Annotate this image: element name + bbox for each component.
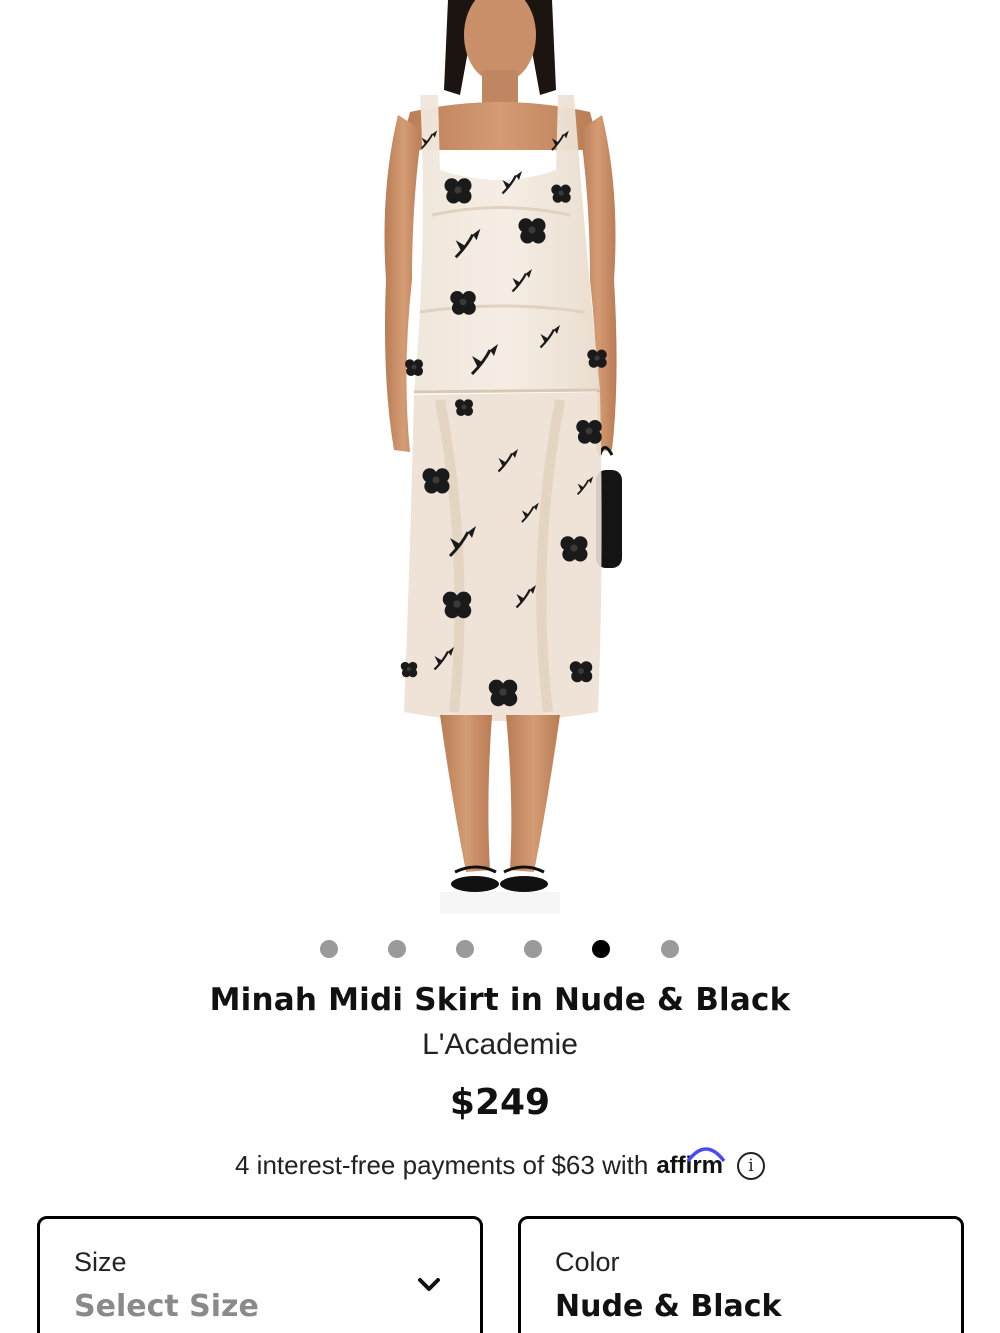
carousel-dot-3[interactable] bbox=[456, 940, 474, 958]
affirm-arc-icon bbox=[686, 1146, 726, 1162]
size-select[interactable]: Size Select Size bbox=[37, 1216, 483, 1333]
affirm-logo: affirm bbox=[656, 1146, 727, 1180]
color-select[interactable]: Color Nude & Black bbox=[518, 1216, 964, 1333]
product-title: Minah Midi Skirt in Nude & Black bbox=[209, 982, 791, 1018]
image-carousel-indicator bbox=[0, 940, 1000, 960]
financing-message: 4 interest-free payments of $63 with aff… bbox=[0, 1146, 1000, 1181]
color-label: Color bbox=[555, 1247, 620, 1277]
product-price: $249 bbox=[449, 1082, 551, 1123]
carousel-dot-1[interactable] bbox=[320, 940, 338, 958]
color-value: Nude & Black bbox=[555, 1289, 782, 1324]
model-illustration bbox=[384, 0, 622, 914]
product-image[interactable] bbox=[0, 0, 1000, 920]
financing-text: 4 interest-free payments of $63 with bbox=[234, 1150, 649, 1180]
carousel-dot-6[interactable] bbox=[661, 940, 679, 958]
size-value: Select Size bbox=[74, 1289, 259, 1324]
carousel-dot-4[interactable] bbox=[524, 940, 542, 958]
info-icon[interactable]: i bbox=[737, 1151, 765, 1180]
chevron-down-icon bbox=[418, 1278, 440, 1291]
carousel-dot-2[interactable] bbox=[388, 940, 406, 958]
product-page: Minah Midi Skirt in Nude & Black L'Acade… bbox=[0, 0, 1000, 1333]
size-label: Size bbox=[74, 1247, 127, 1277]
product-brand[interactable]: L'Academie bbox=[0, 1028, 1000, 1062]
carousel-dot-5-active[interactable] bbox=[592, 940, 610, 958]
